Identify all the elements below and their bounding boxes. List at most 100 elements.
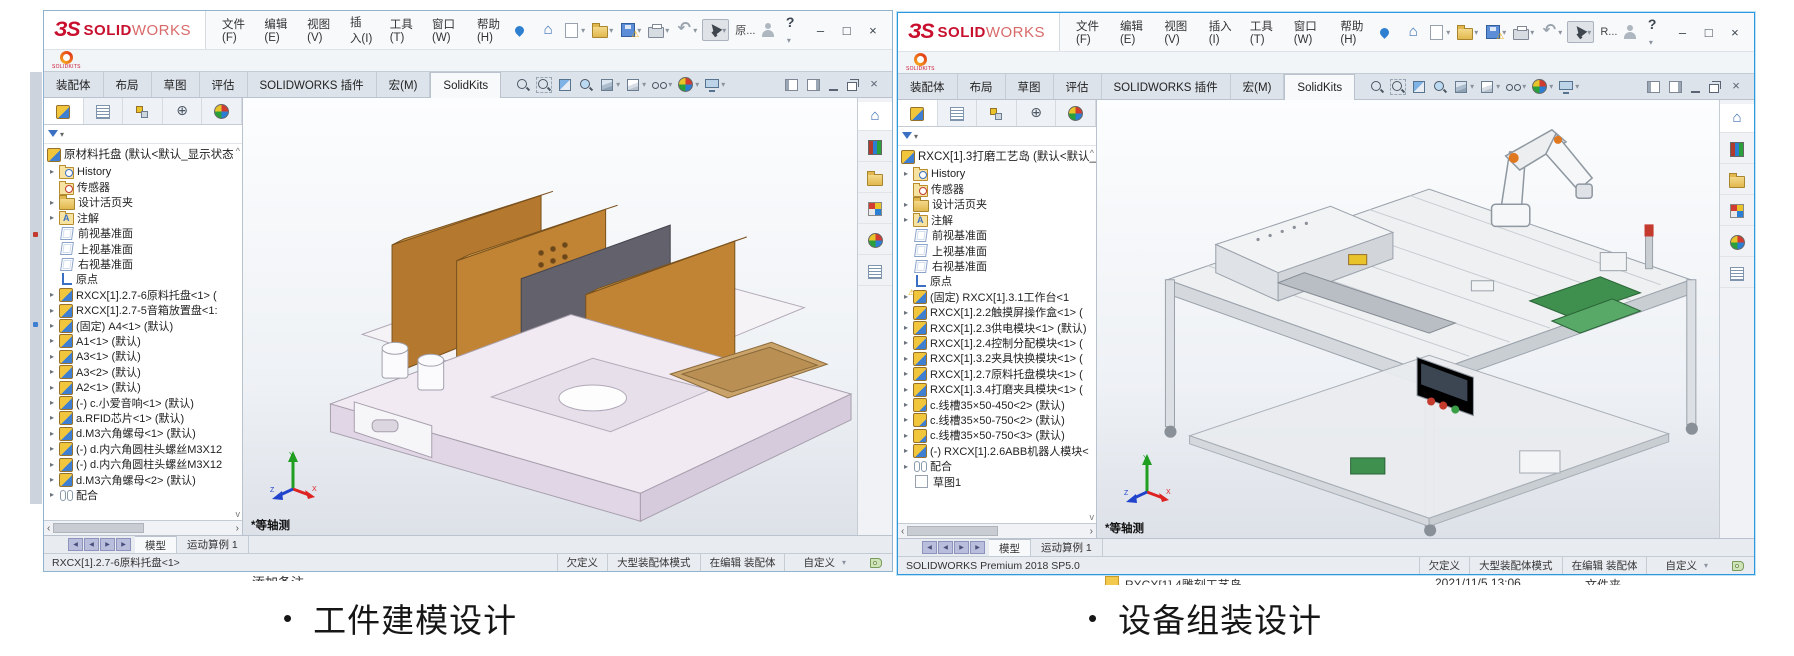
display-style-icon[interactable]: ▾ [1479,79,1500,95]
tree-item[interactable]: ▸ a.RFID芯片<1> (默认) [44,410,242,425]
tree-root-item[interactable]: 原材料托盘 (默认<默认_显示状态 [44,144,242,163]
document-minimize-icon[interactable] [1691,80,1700,93]
home-icon[interactable] [1403,22,1423,42]
propertymanager-tab-icon[interactable] [938,100,978,126]
window-maximize-button[interactable]: □ [840,23,854,38]
first-frame-icon[interactable]: ◀ [922,541,937,554]
menu-item[interactable]: 文件(F) [222,16,247,44]
scrollbar-thumb[interactable] [53,523,143,533]
status-custom[interactable]: 自定义▾ [1646,557,1722,574]
menu-item[interactable]: 文件(F) [1076,18,1103,46]
displaymanager-tab-icon[interactable] [1056,100,1096,126]
save-icon[interactable]: ▾ [1483,22,1508,42]
window-close-button[interactable]: × [1728,25,1742,40]
featuremanager-tab-icon[interactable] [44,98,84,124]
tag-icon[interactable] [870,558,882,568]
select-cursor-icon[interactable]: ▾ [1567,21,1594,43]
graphics-viewport[interactable]: Y X Z *等轴测 [1097,100,1719,538]
custom-properties-icon[interactable] [858,257,892,286]
tree-item[interactable]: 传感器 [898,181,1096,196]
undo-icon[interactable]: ▾ [1539,22,1564,42]
dock-pane-left-icon[interactable] [785,79,798,91]
ribbon-tab[interactable]: 布局 [104,72,152,97]
menu-item[interactable]: 工具(T) [1250,18,1277,46]
tree-item[interactable]: 原点 [898,274,1096,289]
tree-item[interactable]: ▸ c.线槽35×50-750<2> (默认) [898,412,1096,427]
tree-item[interactable]: ▸ History [44,164,242,179]
propertymanager-tab-icon[interactable] [84,98,124,124]
document-restore-icon[interactable] [1709,80,1719,93]
zoom-to-fit-icon[interactable] [515,77,531,93]
menu-item[interactable]: 编辑(E) [264,16,290,44]
menu-item[interactable]: 插入(I) [1209,18,1233,46]
menu-item[interactable]: 帮助(H) [1340,18,1368,46]
menu-item[interactable]: 窗口(W) [1294,18,1324,46]
featuremanager-tab-icon[interactable] [898,100,938,126]
ribbon-tab[interactable]: 评估 [200,72,248,97]
tree-item[interactable]: ▸ c.线槽35×50-450<2> (默认) [898,397,1096,412]
appearances-icon[interactable] [1720,228,1754,257]
user-account-icon[interactable] [761,23,773,37]
help-button[interactable]: ? ▾ [1648,16,1664,48]
tree-item[interactable]: ▸ RXCX[1].3.4打磨夹具模块<1> ( [898,381,1096,396]
previous-frame-icon[interactable]: ◀ [84,538,99,551]
view-palette-icon[interactable] [1720,197,1754,226]
tree-item[interactable]: ▸ 设计活页夹 [898,197,1096,212]
dock-pane-right-icon[interactable] [1669,81,1682,93]
tree-item[interactable]: ▸ (-) d.内六角圆柱头螺丝M3X12 [44,456,242,471]
tree-item[interactable]: ▸ (-) c.小爱音响<1> (默认) [44,395,242,410]
ribbon-tab[interactable]: SolidKits [430,72,501,98]
view-orientation-icon[interactable]: ▾ [1453,79,1474,95]
menu-item[interactable]: 工具(T) [390,16,415,44]
tab-motion-study[interactable]: 运动算例 1 [1031,539,1103,556]
tree-item[interactable]: ▸ 设计活页夹 [44,195,242,210]
help-button[interactable]: ? ▾ [786,14,802,46]
appearances-icon[interactable] [858,226,892,255]
taskpane-home-icon[interactable] [1720,104,1754,133]
ribbon-tab[interactable]: 布局 [958,74,1006,99]
tree-item[interactable]: 前视基准面 [898,228,1096,243]
ribbon-tab[interactable]: 装配体 [44,72,104,97]
tree-item[interactable]: 右视基准面 [44,256,242,271]
displaymanager-tab-icon[interactable] [202,98,242,124]
tree-horizontal-scrollbar[interactable]: ‹ › [44,520,242,535]
tree-item[interactable]: ▸ RXCX[1].2.7-5音箱放置盘<1: [44,303,242,318]
tag-icon[interactable] [1732,561,1744,571]
zoom-to-area-icon[interactable] [1390,79,1406,95]
tree-scroll-down[interactable]: v [1090,512,1095,522]
tree-item[interactable]: ▸ (固定) A4<1> (默认) [44,318,242,333]
tree-item[interactable]: ▸ d.M3六角螺母<1> (默认) [44,426,242,441]
tree-item[interactable]: ▸ A2<1> (默认) [44,379,242,394]
design-library-icon[interactable] [858,133,892,162]
previous-frame-icon[interactable]: ◀ [938,541,953,554]
tree-root-item[interactable]: RXCX[1].3打磨工艺岛 (默认<默认_ [898,146,1096,165]
tree-item[interactable]: ▸ 注解 [898,212,1096,227]
tree-item[interactable]: ▸ RXCX[1].2.2触摸屏操作盒<1> ( [898,305,1096,320]
tree-item[interactable]: ▸ (固定) RXCX[1].3.1工作台<1 [898,289,1096,304]
tree-item[interactable]: ▸ A1<1> (默认) [44,333,242,348]
menu-item[interactable]: 窗口(W) [432,16,460,44]
tree-item[interactable]: ▸ History [898,166,1096,181]
tree-item[interactable]: 右视基准面 [898,258,1096,273]
tree-item[interactable]: ▸ A3<1> (默认) [44,349,242,364]
tree-item[interactable]: 草图1 [898,474,1096,489]
taskpane-home-icon[interactable] [858,102,892,131]
tree-item[interactable]: ▸ c.线槽35×50-750<3> (默认) [898,428,1096,443]
dock-pane-left-icon[interactable] [1647,81,1660,93]
tree-item[interactable]: ▸ RXCX[1].2.4控制分配模块<1> ( [898,335,1096,350]
apply-scene-icon[interactable]: ▾ [704,77,725,93]
magnified-selection-icon[interactable] [1432,79,1448,95]
ribbon-tab[interactable]: SOLIDWORKS 插件 [1102,74,1231,99]
tree-scroll-up[interactable]: ^ [236,146,240,156]
graphics-viewport[interactable]: Y X Z *等轴测 [243,98,857,535]
dimxpertmanager-tab-icon[interactable] [163,98,203,124]
first-frame-icon[interactable]: ◀ [68,538,83,551]
open-document-icon[interactable]: ▾ [1455,22,1480,42]
tree-item[interactable]: 前视基准面 [44,226,242,241]
configurationmanager-tab-icon[interactable] [977,100,1017,126]
tree-item[interactable]: ▸ 配合 [44,487,242,502]
view-orientation-icon[interactable]: ▾ [599,77,620,93]
ribbon-tab[interactable]: SolidKits [1284,74,1355,100]
user-account-icon[interactable] [1623,25,1635,39]
file-explorer-icon[interactable] [858,164,892,193]
